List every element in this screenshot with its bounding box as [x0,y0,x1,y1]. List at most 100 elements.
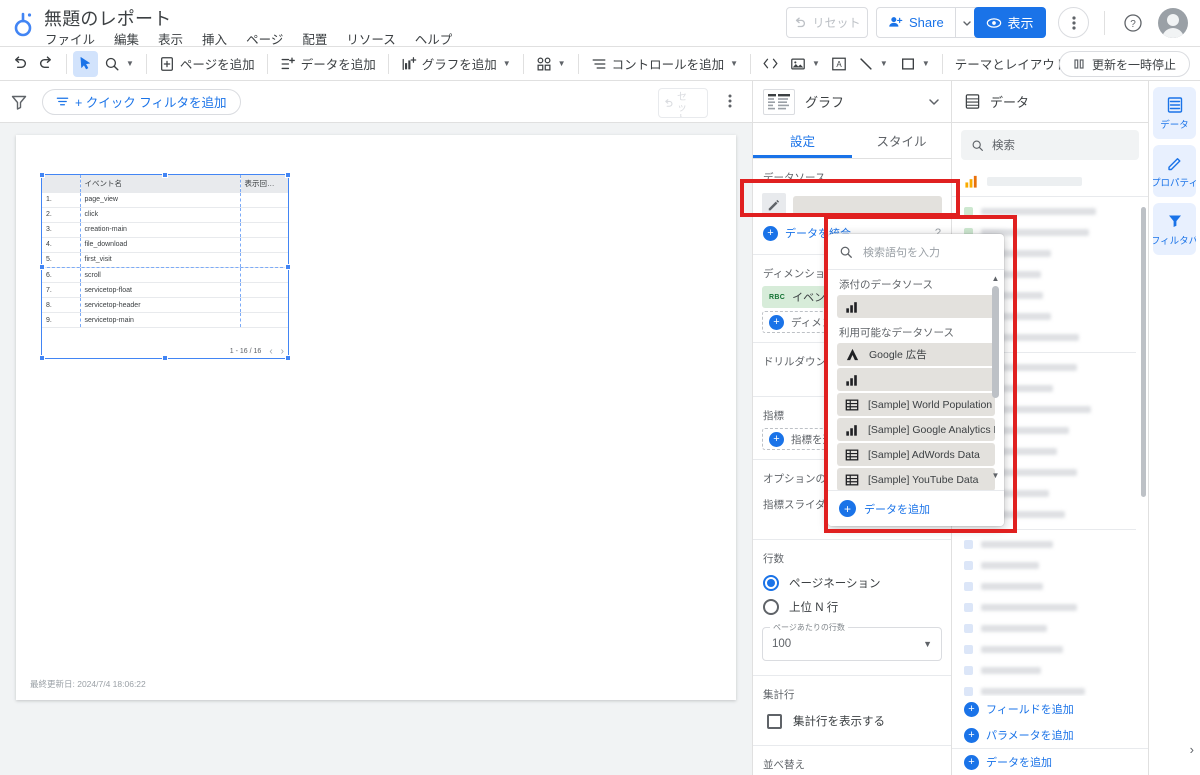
resize-handle-bottom-middle[interactable] [162,355,168,361]
pagination-radio-row[interactable]: ページネーション [753,571,951,595]
image-button[interactable]: ▼ [784,51,826,77]
table-row[interactable]: 7. servicetop-float [42,282,288,299]
data-field-row[interactable] [952,534,1148,555]
menu-item-page[interactable]: ページ [245,29,284,48]
data-source-name-field[interactable] [793,195,942,215]
available-data-source-item[interactable]: [Sample] Google Analytics D [837,418,995,441]
data-search-field[interactable]: 検索 [961,130,1139,160]
pagination-radio[interactable] [763,575,779,591]
data-field-row[interactable] [952,639,1148,660]
tab-setup[interactable]: 設定 [753,123,852,158]
table-prev-page-icon[interactable]: ‹ [269,346,272,357]
show-summary-row-checkbox-row[interactable]: 集計行を表示する [753,707,951,735]
report-page[interactable]: イベント名 表示回… 1. page_view 2. click 3. creation-… [16,135,736,700]
topn-radio-row[interactable]: 上位 N 行 [753,595,951,619]
menu-item-edit[interactable]: 編集 [113,29,140,48]
available-data-source-item[interactable]: [Sample] World Population D [837,393,995,416]
rows-per-page-select[interactable]: ページあたりの行数 100 ▼ [762,622,942,661]
table-chart-widget[interactable]: イベント名 表示回… 1. page_view 2. click 3. creation-… [39,172,291,361]
data-field-row[interactable] [952,201,1148,222]
rail-item-properties[interactable]: プロパティ [1153,145,1196,197]
settings-panel-header[interactable]: グラフ [753,81,951,123]
add-parameter-link[interactable]: + パラメータを追加 [952,722,1148,748]
data-field-row[interactable] [952,576,1148,597]
looker-studio-logo-icon[interactable] [12,10,38,38]
table-row[interactable]: 1. page_view [42,192,288,208]
scroll-down-arrow-icon[interactable]: ▼ [992,471,1000,480]
more-options-button[interactable] [1058,7,1089,38]
rail-item-data[interactable]: データ [1153,87,1196,139]
table-row[interactable]: 2. click [42,207,288,223]
zoom-tool-button[interactable]: ▼ [98,51,140,77]
table-col-event[interactable]: イベント名 [79,175,241,193]
popup-scrollbar[interactable]: ▲ ▼ [990,274,1001,480]
resize-handle-middle-right[interactable] [285,263,291,270]
filter-bar-more-button[interactable] [728,93,732,112]
menu-item-view[interactable]: 表示 [157,29,184,48]
data-panel-scrollbar[interactable] [1141,207,1146,497]
community-viz-button[interactable]: ▼ [530,51,572,77]
reset-button[interactable]: リセット [786,7,868,38]
chevron-down-icon[interactable]: ▼ [923,639,932,649]
scroll-up-arrow-icon[interactable]: ▲ [992,274,1000,283]
table-col-views[interactable]: 表示回… [240,175,288,193]
view-button[interactable]: 表示 [974,7,1046,38]
available-data-source-item[interactable]: [Sample] YouTube Data [837,468,995,491]
popup-add-data-row[interactable]: + データを追加 [828,490,1004,526]
embed-button[interactable] [757,51,784,77]
add-data-button[interactable]: データを追加 [274,51,382,77]
data-source-picker-popup[interactable]: 検索語句を入力 添付のデータソース 利用可能なデータソース Google 広告 [… [828,234,1004,526]
add-data-link[interactable]: + データを追加 [952,749,1148,775]
document-title[interactable]: 無題のレポート [44,5,171,31]
add-control-button[interactable]: コントロールを追加 ▼ [585,51,744,77]
menu-item-file[interactable]: ファイル [44,29,96,48]
edit-data-source-pencil-icon[interactable] [762,193,786,217]
available-data-source-item[interactable] [837,368,995,391]
resize-handle-bottom-right[interactable] [285,355,291,361]
data-field-row[interactable] [952,618,1148,639]
add-quick-filter-chip[interactable]: + クイック フィルタを追加 [42,88,241,115]
data-field-row[interactable] [952,555,1148,576]
line-button[interactable]: ▼ [852,51,894,77]
add-chart-button[interactable]: グラフを追加 ▼ [395,51,517,77]
menu-item-help[interactable]: ヘルプ [414,29,454,48]
data-field-row[interactable] [952,597,1148,618]
add-page-button[interactable]: ページを追加 [153,51,261,77]
redo-button[interactable] [33,51,60,77]
undo-button[interactable] [6,51,33,77]
table-next-page-icon[interactable]: › [281,346,284,357]
tab-style[interactable]: スタイル [852,123,951,158]
user-avatar[interactable] [1158,8,1188,38]
add-field-link[interactable]: + フィールドを追加 [952,696,1148,722]
resize-handle-bottom-left[interactable] [39,355,45,361]
table-row[interactable]: 9. servicetop-main [42,312,288,329]
help-button[interactable]: ? [1120,10,1146,36]
data-panel-source-row[interactable] [952,167,1148,197]
text-box-button[interactable]: A [826,51,852,77]
expand-panel-button[interactable]: › [1190,742,1194,757]
resize-handle-top-right[interactable] [285,172,291,178]
menu-item-resource[interactable]: リソース [345,29,396,48]
topn-radio[interactable] [763,599,779,615]
table-row[interactable]: 6. scroll [42,267,288,284]
report-canvas[interactable]: イベント名 表示回… 1. page_view 2. click 3. creation-… [0,123,752,775]
theme-layout-button[interactable]: テーマとレイアウト [949,51,1074,77]
data-source-search-field[interactable]: 検索語句を入力 [828,234,1004,270]
shape-button[interactable]: ▼ [894,51,936,77]
scrollbar-thumb[interactable] [992,286,999,398]
data-field-row[interactable] [952,660,1148,681]
filter-funnel-icon[interactable] [10,93,28,111]
rail-item-filter-bar[interactable]: フィルタバ [1153,203,1196,255]
table-row[interactable]: 8. servicetop-header [42,297,288,314]
pause-updates-button[interactable]: 更新を一時停止 [1058,51,1190,77]
table-row[interactable]: 3. creation-main [42,222,288,238]
chevron-down-icon[interactable] [927,95,941,109]
share-button[interactable]: Share [877,8,955,37]
filter-reset-button[interactable]: リセット [658,88,708,118]
menu-item-insert[interactable]: 挿入 [201,29,228,48]
data-source-row[interactable] [762,192,942,218]
menu-item-arrange[interactable]: 配置 [301,29,328,48]
select-tool-button[interactable] [73,50,98,77]
table-row[interactable]: 4. file_download [42,237,288,253]
table-col-index[interactable] [42,175,80,193]
